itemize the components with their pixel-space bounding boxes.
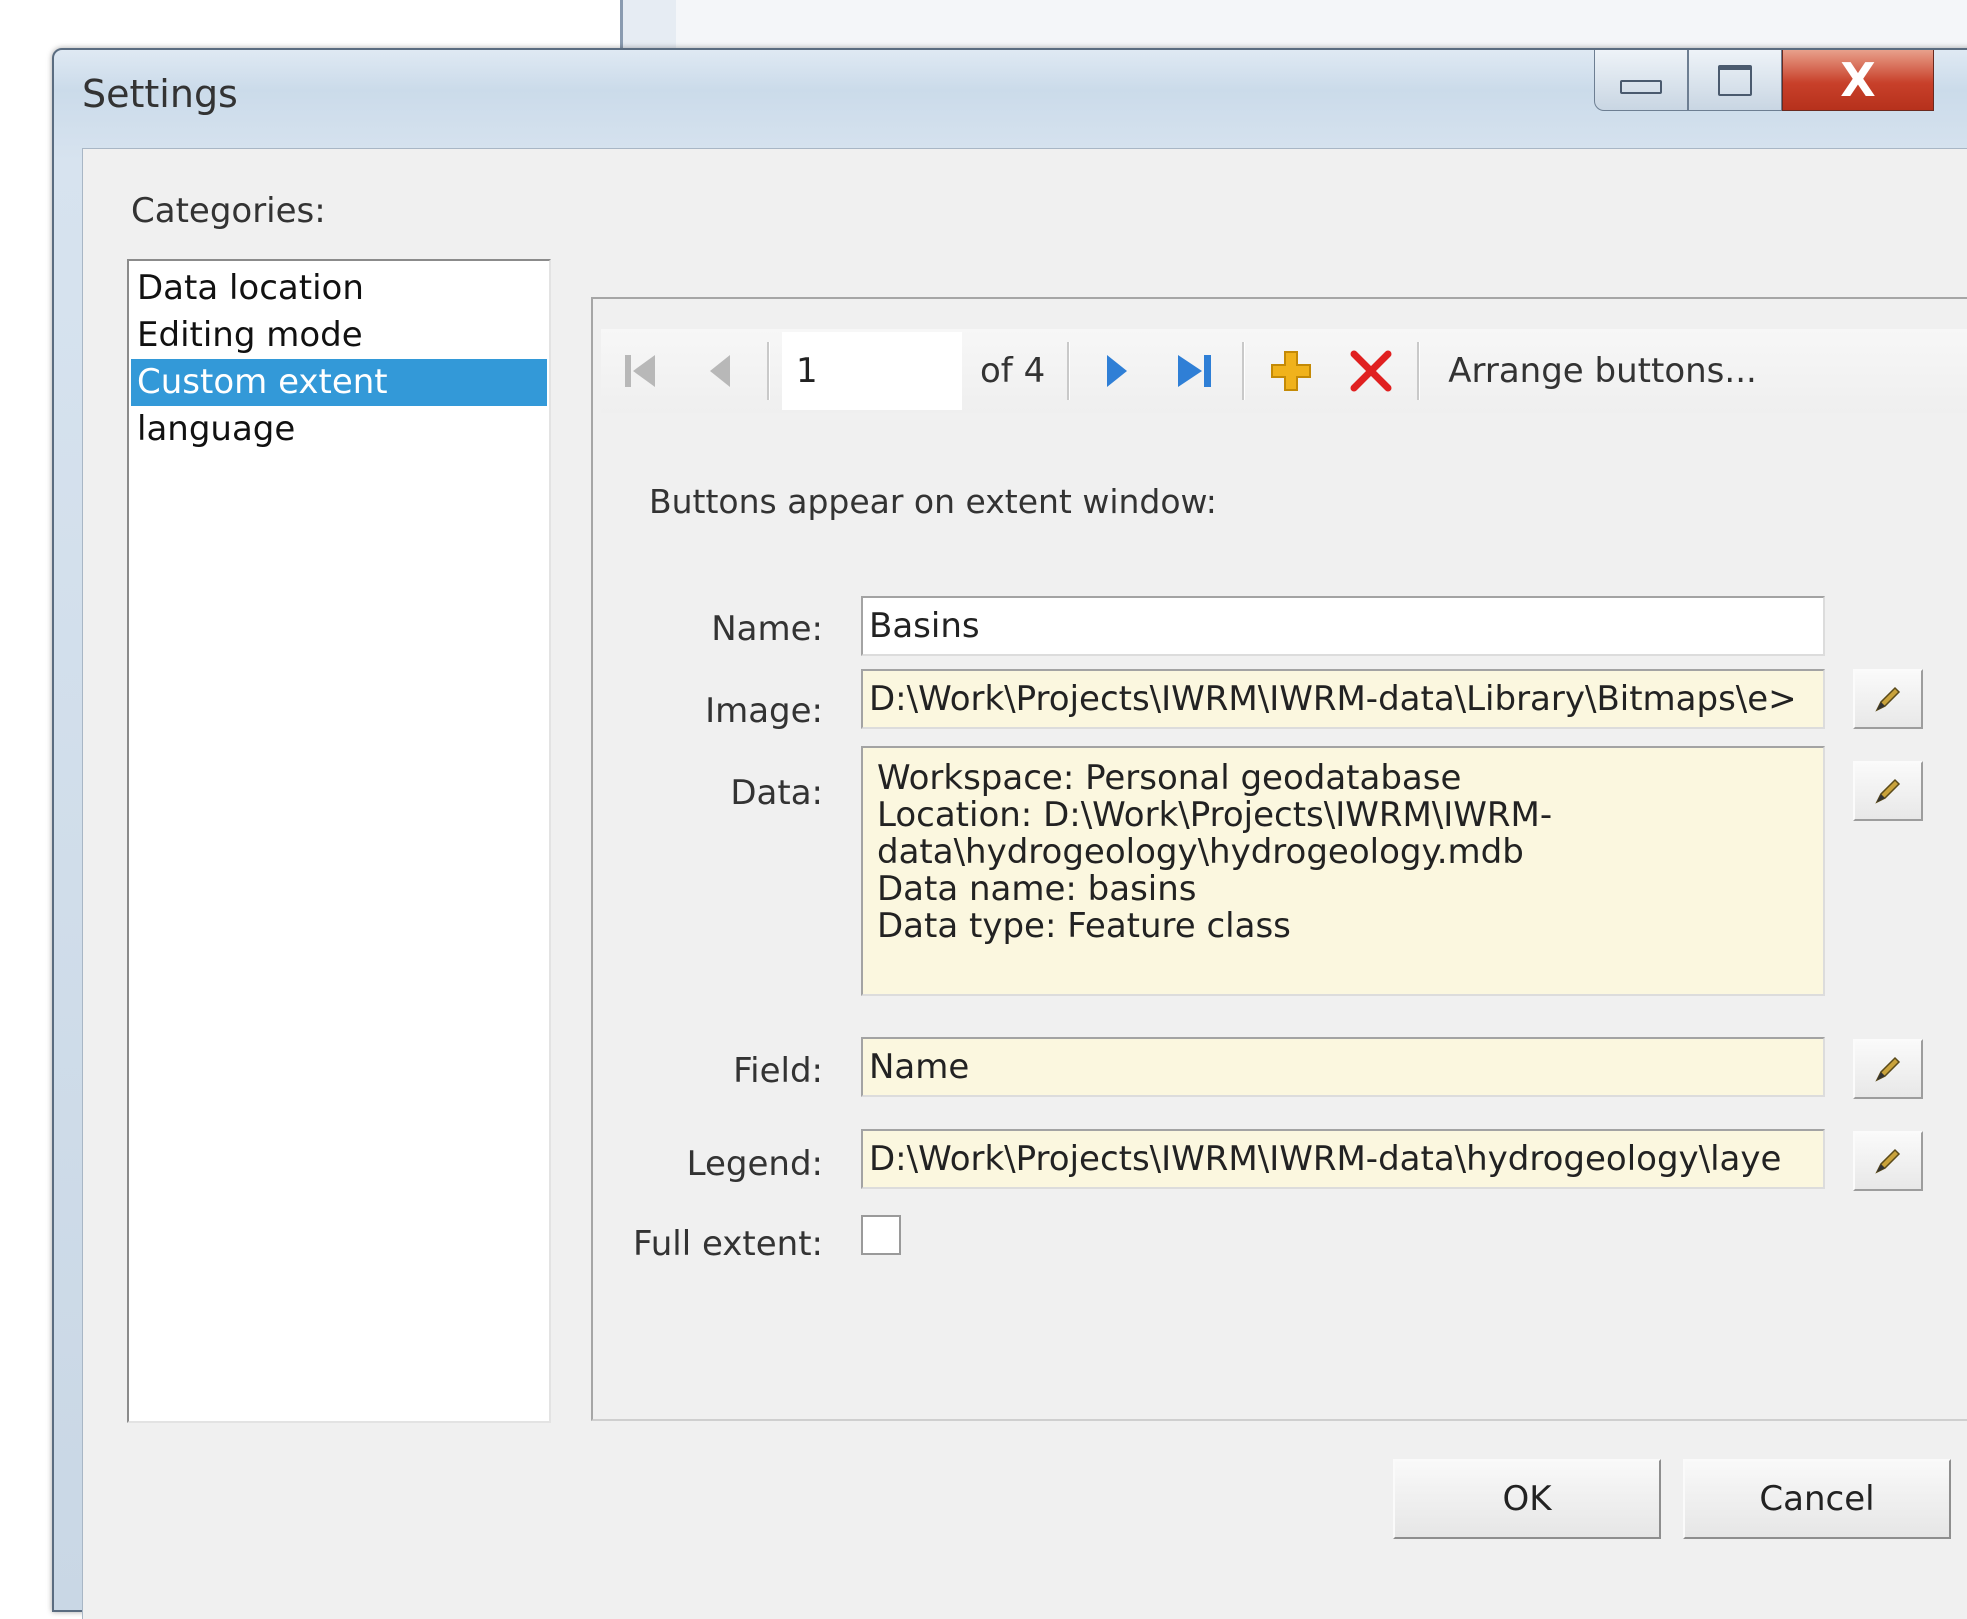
toolbar-separator [1242,342,1246,400]
field-label: Field: [733,1051,823,1091]
pencil-icon [1875,1056,1901,1082]
data-line: Data name: basins [877,869,1197,909]
category-item-data-location[interactable]: Data location [131,265,547,312]
legend-label: Legend: [686,1144,823,1184]
category-item-custom-extent[interactable]: Custom extent [131,359,547,406]
dialog-client-area: Categories: Data location Editing mode C… [82,148,1967,1619]
pencil-icon [1875,778,1901,804]
toolbar-separator [767,342,770,400]
add-new-button[interactable] [1251,331,1331,411]
cancel-button[interactable]: Cancel [1683,1459,1951,1539]
caption-buttons: X [1594,50,1934,112]
name-input[interactable]: Basins [861,596,1825,656]
data-label: Data: [730,773,823,813]
data-line: Location: D:\Work\Projects\IWRM\IWRM- [877,795,1553,835]
full-extent-checkbox[interactable] [861,1215,901,1255]
close-button[interactable]: X [1782,50,1934,111]
name-label: Name: [711,609,823,649]
last-record-icon [1178,355,1212,387]
categories-label: Categories: [131,191,326,231]
background-splitter [620,0,682,50]
data-line: Workspace: Personal geodatabase [877,758,1462,798]
delete-button[interactable] [1331,331,1411,411]
previous-record-icon [710,355,730,387]
legend-edit-button[interactable] [1853,1131,1923,1191]
data-edit-button[interactable] [1853,761,1923,821]
minimize-icon [1620,80,1662,94]
image-edit-button[interactable] [1853,669,1923,729]
move-previous-button[interactable] [681,331,761,411]
category-item-editing-mode[interactable]: Editing mode [131,312,547,359]
categories-list[interactable]: Data location Editing mode Custom extent… [127,259,551,1423]
custom-extent-panel: 1 of 4 Arrange buttons... Buttons appear… [591,297,1967,1421]
field-name-field: Name [861,1037,1825,1097]
hint-text: Buttons appear on extent window: [649,482,1217,521]
image-label: Image: [705,691,823,731]
first-record-icon [625,355,655,387]
move-next-button[interactable] [1076,331,1156,411]
background-pane [676,0,1967,48]
minimize-button[interactable] [1594,50,1688,111]
data-line: data\hydrogeology\hydrogeology.mdb [877,832,1524,872]
record-count-label: of 4 [980,351,1046,391]
close-icon: X [1840,53,1876,107]
legend-path-field: D:\Work\Projects\IWRM\IWRM-data\hydrogeo… [861,1129,1825,1189]
data-line: Data type: Feature class [877,906,1291,946]
delete-x-icon [1350,350,1392,392]
pencil-icon [1875,686,1901,712]
maximize-icon [1718,64,1752,96]
ok-button[interactable]: OK [1393,1459,1661,1539]
dialog-title: Settings [82,72,238,116]
next-record-icon [1107,355,1128,387]
full-extent-label: Full extent: [633,1224,823,1264]
background-window [0,0,1967,50]
toolbar-separator [1067,342,1071,400]
settings-dialog: Settings X Categories: Data location Edi… [52,48,1967,1619]
plus-icon [1271,351,1312,391]
maximize-button[interactable] [1688,50,1782,111]
pencil-icon [1875,1148,1901,1174]
data-info-field: Workspace: Personal geodatabase Location… [861,746,1825,996]
image-path-field: D:\Work\Projects\IWRM\IWRM-data\Library\… [861,669,1825,729]
binding-navigator: 1 of 4 Arrange buttons... [601,329,1967,413]
move-last-button[interactable] [1156,331,1236,411]
arrange-buttons-button[interactable]: Arrange buttons... [1448,351,1757,391]
toolbar-separator [1417,342,1421,400]
field-edit-button[interactable] [1853,1039,1923,1099]
position-input[interactable]: 1 [782,332,962,410]
category-item-language[interactable]: language [131,406,547,453]
move-first-button[interactable] [601,331,681,411]
